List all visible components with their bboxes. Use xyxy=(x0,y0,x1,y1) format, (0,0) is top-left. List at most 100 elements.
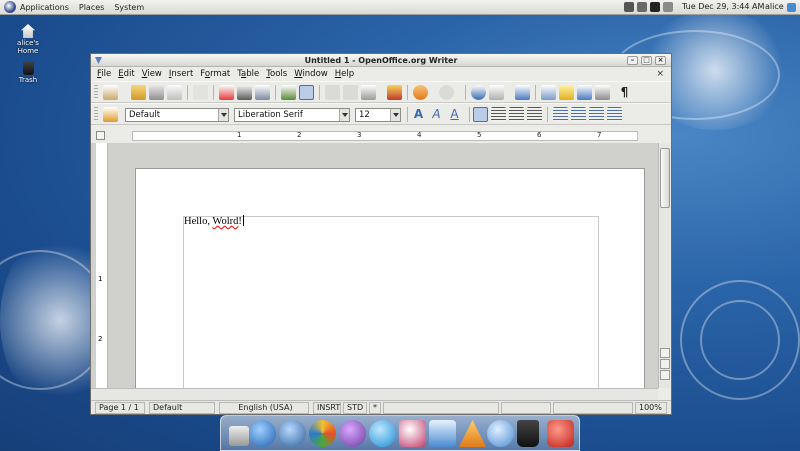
page-indicator[interactable]: Page 1 / 1 xyxy=(95,402,145,414)
messenger-icon[interactable] xyxy=(279,420,306,447)
justify-icon[interactable] xyxy=(527,107,542,122)
copy-icon[interactable] xyxy=(343,85,358,100)
nonprinting-characters-icon[interactable]: ¶ xyxy=(617,85,632,100)
align-center-icon[interactable] xyxy=(491,107,506,122)
gallery-icon[interactable] xyxy=(577,85,592,100)
vertical-scrollbar[interactable] xyxy=(658,143,670,388)
paragraph-style-select[interactable]: Default xyxy=(125,108,229,122)
autospellcheck-icon[interactable] xyxy=(299,85,314,100)
export-pdf-icon[interactable] xyxy=(219,85,234,100)
vertical-scroll-thumb[interactable] xyxy=(660,148,670,208)
vlc-icon[interactable] xyxy=(459,420,486,447)
volume-icon[interactable] xyxy=(663,2,673,12)
chevron-down-icon[interactable] xyxy=(218,109,228,121)
undo-icon[interactable] xyxy=(413,85,428,100)
display-icon[interactable] xyxy=(650,2,660,12)
font-name-select[interactable]: Liberation Serif xyxy=(234,108,350,122)
clock[interactable]: Tue Dec 29, 3:44 AM xyxy=(682,2,764,11)
next-page-button[interactable] xyxy=(660,370,670,380)
menu-table[interactable]: Table xyxy=(237,69,259,79)
gnome-foot-icon[interactable] xyxy=(4,1,16,13)
menu-format[interactable]: Format xyxy=(200,69,230,79)
open-icon[interactable] xyxy=(131,85,146,100)
b-icon[interactable] xyxy=(487,420,514,447)
insert-mode-indicator[interactable]: INSRT xyxy=(313,402,341,414)
misspelled-word[interactable]: Wolrd xyxy=(212,216,238,227)
title-bar[interactable]: Untitled 1 - OpenOffice.org Writer – □ × xyxy=(91,54,671,67)
spellcheck-icon[interactable] xyxy=(281,85,296,100)
network-icon[interactable] xyxy=(624,2,634,12)
tab-stop-selector[interactable] xyxy=(96,131,105,140)
navigator-icon[interactable] xyxy=(559,85,574,100)
menu-edit[interactable]: Edit xyxy=(118,69,134,79)
table-icon[interactable] xyxy=(489,85,504,100)
menu-tools[interactable]: Tools xyxy=(266,69,287,79)
trash-desktop-icon[interactable]: Trash xyxy=(8,61,48,84)
scroll-down-button[interactable] xyxy=(660,359,670,369)
view-layout-buttons[interactable] xyxy=(501,402,551,414)
email-icon[interactable] xyxy=(167,85,182,100)
close-button[interactable]: × xyxy=(655,56,666,65)
signature-indicator[interactable] xyxy=(383,402,499,414)
user-menu[interactable]: alice xyxy=(765,2,784,11)
language-indicator[interactable]: English (USA) xyxy=(219,402,309,414)
horizontal-ruler[interactable]: 1 2 3 4 5 6 7 xyxy=(132,131,638,141)
keyboard-icon[interactable] xyxy=(637,2,647,12)
document-text[interactable]: Hello, Wolrd! xyxy=(184,215,244,227)
skype-icon[interactable] xyxy=(369,420,396,447)
bullets-icon[interactable] xyxy=(571,107,586,122)
font-size-select[interactable]: 12 xyxy=(355,108,401,122)
menu-window[interactable]: Window xyxy=(294,69,328,79)
document-page[interactable]: Hello, Wolrd! xyxy=(135,168,645,388)
menu-view[interactable]: View xyxy=(142,69,162,79)
close-document-icon[interactable]: × xyxy=(656,69,664,79)
data-sources-icon[interactable] xyxy=(595,85,610,100)
cut-icon[interactable] xyxy=(325,85,340,100)
vertical-ruler[interactable]: 1 2 xyxy=(96,143,108,388)
align-right-icon[interactable] xyxy=(509,107,524,122)
menu-insert[interactable]: Insert xyxy=(169,69,193,79)
window-menu-icon[interactable] xyxy=(95,57,102,64)
find-replace-icon[interactable] xyxy=(541,85,556,100)
bold-icon[interactable]: A xyxy=(411,107,426,122)
decrease-indent-icon[interactable] xyxy=(589,107,604,122)
trash-icon[interactable] xyxy=(517,420,539,447)
clone-formatting-icon[interactable] xyxy=(387,85,402,100)
zoom-slider[interactable] xyxy=(553,402,633,414)
print-preview-icon[interactable] xyxy=(255,85,270,100)
places-menu[interactable]: Places xyxy=(79,3,104,12)
chevron-down-icon[interactable] xyxy=(339,109,349,121)
paste-icon[interactable] xyxy=(361,85,376,100)
zoom-level[interactable]: 100% xyxy=(635,402,667,414)
bird-icon[interactable] xyxy=(339,420,366,447)
hyperlink-icon[interactable] xyxy=(471,85,486,100)
new-document-icon[interactable] xyxy=(103,85,118,100)
styles-formatting-icon[interactable] xyxy=(103,107,118,122)
align-left-icon[interactable] xyxy=(473,107,488,122)
chevron-down-icon[interactable] xyxy=(390,109,400,121)
page-style-indicator[interactable]: Default xyxy=(149,402,215,414)
print-icon[interactable] xyxy=(237,85,252,100)
applications-menu[interactable]: Applications xyxy=(20,3,69,12)
save-icon[interactable] xyxy=(149,85,164,100)
show-draw-functions-icon[interactable] xyxy=(515,85,530,100)
redo-icon[interactable] xyxy=(439,85,454,100)
modified-indicator[interactable]: * xyxy=(369,402,381,414)
toolbar-grip[interactable] xyxy=(94,107,98,122)
numbering-icon[interactable] xyxy=(553,107,568,122)
paint-icon[interactable] xyxy=(399,420,426,447)
network-icon[interactable] xyxy=(249,420,276,447)
menu-help[interactable]: Help xyxy=(335,69,354,79)
increase-indent-icon[interactable] xyxy=(607,107,622,122)
home-desktop-icon[interactable]: alice's Home xyxy=(8,24,48,55)
system-menu[interactable]: System xyxy=(114,3,144,12)
windows-icon[interactable] xyxy=(309,420,336,447)
edit-file-icon[interactable] xyxy=(193,85,208,100)
selection-mode-indicator[interactable]: STD xyxy=(343,402,367,414)
power-icon[interactable] xyxy=(547,420,574,447)
scroll-up-button[interactable] xyxy=(660,348,670,358)
toolbar-grip[interactable] xyxy=(94,85,98,100)
italic-icon[interactable]: A xyxy=(429,107,444,122)
editor-icon[interactable] xyxy=(429,420,456,447)
horizontal-scrollbar[interactable] xyxy=(91,388,658,400)
